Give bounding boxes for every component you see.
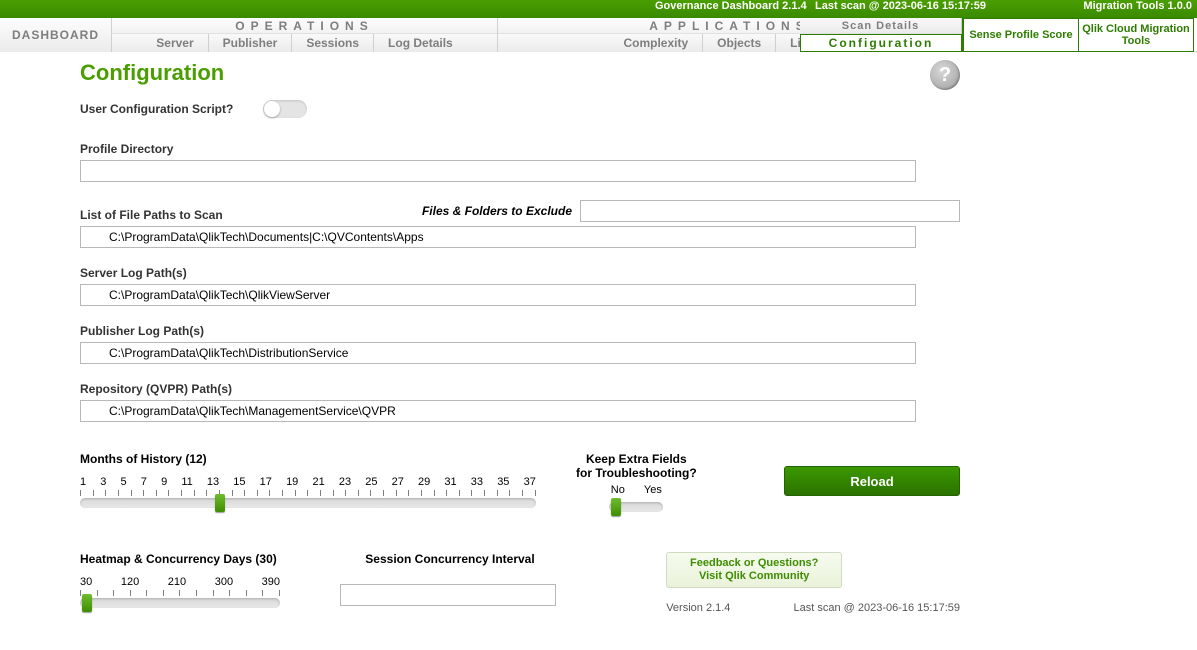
top-migration: Migration Tools 1.0.0	[1083, 0, 1192, 12]
file-paths-label: List of File Paths to Scan	[80, 208, 223, 222]
toggle-knob	[264, 101, 280, 117]
nav-migration-group: Sense Profile Score Qlik Cloud Migration…	[962, 18, 1194, 52]
repo-label: Repository (QVPR) Path(s)	[80, 382, 232, 396]
months-label: Months of History (12)	[80, 452, 536, 466]
nav-publisher[interactable]: Publisher	[209, 34, 293, 52]
publisher-log-label: Publisher Log Path(s)	[80, 324, 204, 338]
feedback-line1: Feedback or Questions?	[690, 557, 818, 569]
file-paths-input[interactable]	[80, 226, 916, 248]
user-config-label: User Configuration Script?	[80, 102, 233, 116]
user-config-toggle[interactable]	[263, 100, 307, 118]
nav-server[interactable]: Server	[142, 34, 208, 52]
nav-complexity[interactable]: Complexity	[609, 34, 703, 52]
feedback-button[interactable]: Feedback or Questions? Visit Qlik Commun…	[666, 552, 842, 588]
server-log-label: Server Log Path(s)	[80, 266, 187, 280]
nav-logdetails[interactable]: Log Details	[374, 34, 467, 52]
keep-extra-title2: for Troubleshooting?	[576, 466, 697, 480]
months-ticklabels: 135791113151719212325272931333537	[80, 476, 536, 488]
reload-button[interactable]: Reload	[784, 466, 960, 496]
nav-group-operations: OPERATIONS Server Publisher Sessions Log…	[112, 18, 498, 52]
nav-configuration[interactable]: Configuration	[800, 34, 962, 52]
nav-area: DASHBOARD OPERATIONS Server Publisher Se…	[0, 18, 1197, 52]
nav-sessions[interactable]: Sessions	[292, 34, 374, 52]
profile-dir-label: Profile Directory	[80, 142, 173, 156]
keep-no: No	[611, 484, 625, 496]
heatmap-label: Heatmap & Concurrency Days (30)	[80, 552, 280, 566]
heatmap-ticklabels: 30120210300390	[80, 576, 280, 588]
exclude-input[interactable]	[580, 200, 960, 222]
publisher-log-input[interactable]	[80, 342, 916, 364]
content: Configuration User Configuration Script?…	[80, 60, 960, 614]
server-log-input[interactable]	[80, 284, 916, 306]
top-lastscan: Last scan @ 2023-06-16 15:17:59	[815, 0, 986, 12]
nav-dashboard[interactable]: DASHBOARD	[0, 18, 112, 52]
heatmap-slider-handle[interactable]	[82, 594, 92, 612]
page-title: Configuration	[80, 60, 960, 86]
lastscan-footer: Last scan @ 2023-06-16 15:17:59	[793, 602, 960, 614]
version-text: Version 2.1.4	[666, 602, 730, 614]
nav-scan-details[interactable]: Scan Details	[800, 18, 962, 34]
keep-extra-block: Keep Extra Fields for Troubleshooting? N…	[576, 452, 697, 512]
nav-sense-profile[interactable]: Sense Profile Score	[963, 18, 1079, 52]
months-slider[interactable]	[80, 498, 536, 508]
exclude-label: Files & Folders to Exclude	[422, 204, 572, 218]
months-slider-handle[interactable]	[215, 494, 225, 512]
session-interval-label: Session Concurrency Interval	[340, 552, 560, 566]
nav-cloud-migration[interactable]: Qlik Cloud Migration Tools	[1079, 18, 1194, 52]
nav-objects[interactable]: Objects	[703, 34, 776, 52]
repo-input[interactable]	[80, 400, 916, 422]
keep-extra-slider[interactable]	[609, 502, 663, 512]
keep-yes: Yes	[644, 484, 662, 496]
keep-extra-title1: Keep Extra Fields	[576, 452, 697, 466]
feedback-line2: Visit Qlik Community	[699, 570, 809, 582]
heatmap-slider[interactable]	[80, 598, 280, 608]
top-bar: Governance Dashboard 2.1.4 Last scan @ 2…	[0, 0, 1197, 18]
top-product: Governance Dashboard 2.1.4	[655, 0, 807, 12]
session-interval-input[interactable]	[340, 584, 556, 606]
nav-title-operations: OPERATIONS	[112, 18, 497, 34]
keep-extra-handle[interactable]	[611, 498, 621, 516]
profile-dir-input[interactable]	[80, 160, 916, 182]
